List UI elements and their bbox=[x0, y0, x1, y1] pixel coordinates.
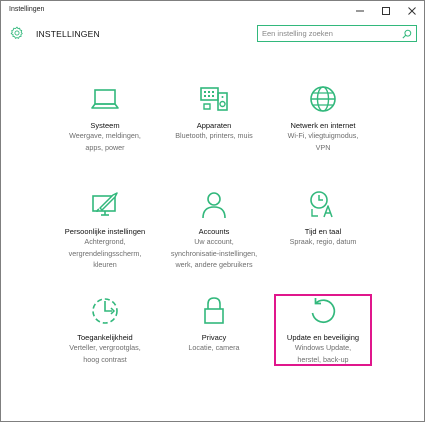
tile-desc-line: werk, andere gebruikers bbox=[175, 260, 253, 269]
tile-desc-line: Verteller, vergrootglas, bbox=[69, 343, 141, 352]
minimize-button[interactable] bbox=[347, 1, 373, 21]
tile-accounts[interactable]: Accounts Uw account, synchronisatie-inst… bbox=[164, 189, 264, 271]
search-box[interactable] bbox=[257, 25, 417, 42]
close-button[interactable] bbox=[399, 1, 425, 21]
tile-desc-line: Locatie, camera bbox=[188, 343, 240, 352]
tile-title: Apparaten bbox=[196, 121, 232, 130]
page-title: INSTELLINGEN bbox=[36, 29, 100, 39]
globe-icon bbox=[310, 86, 336, 112]
search-icon[interactable] bbox=[402, 29, 412, 39]
personalization-icon bbox=[92, 192, 118, 216]
tile-apparaten[interactable]: Apparaten Bluetooth, printers, muis bbox=[164, 83, 264, 142]
settings-header: INSTELLINGEN bbox=[1, 21, 424, 47]
person-icon bbox=[202, 192, 226, 219]
title-bar: Instellingen bbox=[1, 1, 424, 21]
tile-desc-line: hoog contrast bbox=[83, 354, 127, 364]
tile-desc-line: Uw account, bbox=[194, 237, 234, 246]
tile-desc-line: Wi-Fi, vliegtuigmodus, bbox=[287, 131, 359, 140]
tile-privacy[interactable]: Privacy Locatie, camera bbox=[164, 295, 264, 354]
tile-tijd-taal[interactable]: Tijd en taal Spraak, regio, datum bbox=[273, 189, 373, 248]
lock-icon bbox=[204, 297, 224, 324]
ease-of-access-icon bbox=[92, 298, 118, 324]
tile-title: Tijd en taal bbox=[304, 227, 342, 236]
close-icon bbox=[408, 7, 416, 15]
tile-desc-line: Spraak, regio, datum bbox=[289, 237, 357, 246]
search-input[interactable] bbox=[262, 28, 397, 39]
minimize-icon bbox=[356, 10, 364, 12]
settings-window: Instellingen INSTELLINGEN S bbox=[0, 0, 425, 422]
tile-toegankelijkheid[interactable]: Toegankelijkheid Verteller, vergrootglas… bbox=[55, 295, 155, 365]
tile-title: Toegankelijkheid bbox=[77, 333, 133, 342]
tile-title: Accounts bbox=[198, 227, 230, 236]
tile-desc-line: VPN bbox=[315, 142, 331, 152]
selection-highlight bbox=[274, 294, 372, 366]
window-title: Instellingen bbox=[9, 6, 45, 13]
tile-desc-line: apps, power bbox=[85, 142, 125, 152]
tile-netwerk[interactable]: Netwerk en internet Wi-Fi, vliegtuigmodu… bbox=[273, 83, 373, 153]
tile-desc-line: Weergave, meldingen, bbox=[69, 131, 141, 140]
tile-desc-line: Bluetooth, printers, muis bbox=[175, 131, 253, 140]
devices-icon bbox=[200, 87, 228, 111]
tile-desc-line: kleuren bbox=[93, 260, 117, 269]
maximize-button[interactable] bbox=[373, 1, 399, 21]
gear-icon bbox=[10, 26, 23, 39]
tile-title: Netwerk en internet bbox=[290, 121, 356, 130]
tile-desc-line: Achtergrond, bbox=[84, 237, 126, 246]
time-language-icon bbox=[310, 191, 333, 218]
maximize-icon bbox=[382, 7, 390, 15]
tile-desc-line: vergrendelingsscherm, bbox=[68, 248, 142, 258]
laptop-icon bbox=[91, 89, 119, 109]
tile-title: Persoonlijke instellingen bbox=[64, 227, 146, 236]
tile-persoonlijk[interactable]: Persoonlijke instellingen Achtergrond, v… bbox=[55, 189, 155, 271]
tile-systeem[interactable]: Systeem Weergave, meldingen, apps, power bbox=[55, 83, 155, 153]
tile-title: Privacy bbox=[201, 333, 227, 342]
tile-desc-line: synchronisatie-instellingen, bbox=[170, 248, 258, 258]
tile-title: Systeem bbox=[90, 121, 120, 130]
